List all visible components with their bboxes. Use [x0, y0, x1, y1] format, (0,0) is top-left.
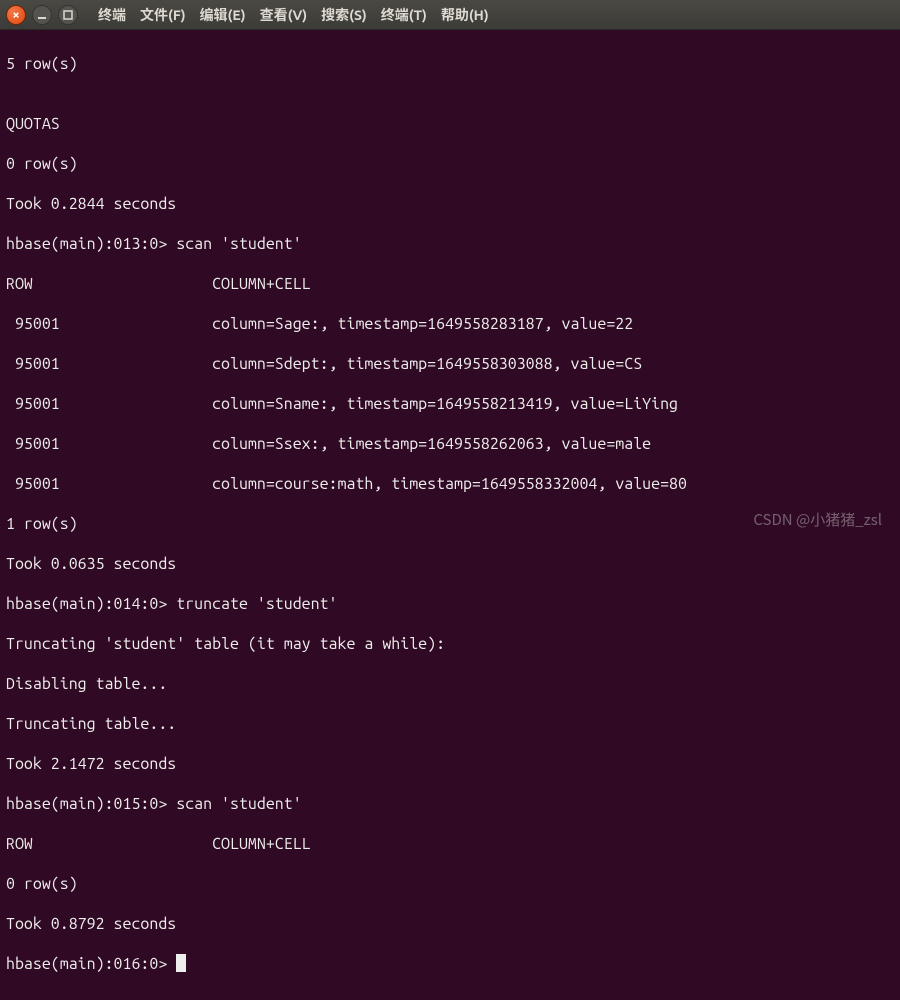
menu-terminal[interactable]: 终端(T) [381, 5, 427, 25]
output-line: ROW COLUMN+CELL [6, 834, 894, 854]
menu-file[interactable]: 文件(F) [140, 5, 186, 25]
menu-help[interactable]: 帮助(H) [441, 5, 489, 25]
prompt-line: hbase(main):016:0> [6, 954, 894, 974]
output-line: 95001 column=Sage:, timestamp=1649558283… [6, 314, 894, 334]
minimize-button[interactable] [32, 5, 52, 25]
maximize-button[interactable] [58, 5, 78, 25]
close-icon: × [12, 8, 19, 22]
output-line: QUOTAS [6, 114, 894, 134]
output-line: Took 0.2844 seconds [6, 194, 894, 214]
output-line: Truncating table... [6, 714, 894, 734]
output-line: Took 0.0635 seconds [6, 554, 894, 574]
prompt-text: hbase(main):016:0> [6, 955, 176, 973]
prompt-line: hbase(main):014:0> truncate 'student' [6, 594, 894, 614]
minimize-icon [37, 10, 47, 20]
output-line: 95001 column=Sdept:, timestamp=164955830… [6, 354, 894, 374]
output-line: 95001 column=Ssex:, timestamp=1649558262… [6, 434, 894, 454]
output-line: Truncating 'student' table (it may take … [6, 634, 894, 654]
output-line: 95001 column=Sname:, timestamp=164955821… [6, 394, 894, 414]
output-line: 0 row(s) [6, 874, 894, 894]
cursor-icon [176, 954, 186, 972]
output-line: 95001 column=course:math, timestamp=1649… [6, 474, 894, 494]
output-line: ROW COLUMN+CELL [6, 274, 894, 294]
maximize-icon [63, 10, 73, 20]
menu-view[interactable]: 查看(V) [260, 5, 308, 25]
output-line: Took 2.1472 seconds [6, 754, 894, 774]
output-line: Took 0.8792 seconds [6, 914, 894, 934]
menu-bar: 终端 文件(F) 编辑(E) 查看(V) 搜索(S) 终端(T) 帮助(H) [98, 5, 489, 25]
menu-terminal-left[interactable]: 终端 [98, 5, 126, 25]
close-button[interactable]: × [6, 5, 26, 25]
watermark: CSDN @小猪猪_zsl [753, 509, 882, 530]
menu-edit[interactable]: 编辑(E) [200, 5, 246, 25]
titlebar: × 终端 文件(F) 编辑(E) 查看(V) 搜索(S) 终端(T) 帮助(H) [0, 0, 900, 30]
prompt-line: hbase(main):015:0> scan 'student' [6, 794, 894, 814]
output-line: Disabling table... [6, 674, 894, 694]
output-line: 0 row(s) [6, 154, 894, 174]
prompt-line: hbase(main):013:0> scan 'student' [6, 234, 894, 254]
output-line: 5 row(s) [6, 54, 894, 74]
menu-search[interactable]: 搜索(S) [321, 5, 367, 25]
